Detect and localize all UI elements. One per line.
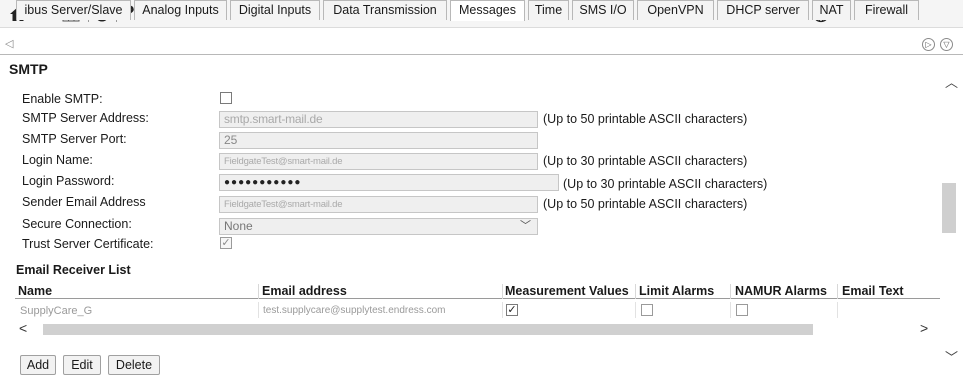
scroll-left-icon[interactable]: < <box>19 320 27 336</box>
column-header-email-address[interactable]: Email address <box>262 284 347 298</box>
tab-digital-inputs[interactable]: Digital Inputs <box>230 0 320 20</box>
login-password-label: Login Password: <box>22 174 115 188</box>
smtp-server-port-input[interactable]: 25 <box>219 132 538 149</box>
vertical-scrollbar[interactable]: ︿ ﹀ <box>940 62 963 377</box>
login-password-hint: (Up to 30 printable ASCII characters) <box>563 177 768 191</box>
column-header-limit-alarms[interactable]: Limit Alarms <box>639 284 714 298</box>
limit-alarms-checkbox[interactable] <box>641 304 653 316</box>
tab-nat[interactable]: NAT <box>812 0 851 20</box>
tab-data-transmission[interactable]: Data Transmission <box>323 0 447 20</box>
login-password-input[interactable]: ●●●●●●●●●●● <box>219 174 559 191</box>
chevron-down-icon: ﹀ <box>520 220 531 232</box>
enable-smtp-checkbox[interactable] <box>220 92 232 104</box>
receiver-name-cell: SupplyCare_G <box>20 305 93 317</box>
tab-dhcp-server[interactable]: DHCP server <box>717 0 809 20</box>
column-header-measurement-values[interactable]: Measurement Values <box>505 284 629 298</box>
enable-smtp-label: Enable SMTP: <box>22 92 103 106</box>
tab-time[interactable]: Time <box>528 0 569 20</box>
scroll-up-icon[interactable]: ︿ <box>945 72 958 91</box>
column-header-namur-alarms[interactable]: NAMUR Alarms <box>735 284 827 298</box>
delete-button[interactable]: Delete <box>108 355 160 375</box>
horizontal-scrollbar[interactable]: < > <box>15 320 935 337</box>
scroll-right-icon[interactable]: > <box>920 320 928 336</box>
login-name-label: Login Name: <box>22 153 93 167</box>
tab-modbus-server-slave[interactable]: ibus Server/Slave <box>16 0 131 20</box>
sender-email-hint: (Up to 50 printable ASCII characters) <box>543 197 748 211</box>
tab-scroll-right-icon[interactable]: ▷ <box>922 38 935 51</box>
vertical-scroll-thumb[interactable] <box>942 183 956 233</box>
smtp-server-address-hint: (Up to 50 printable ASCII characters) <box>543 112 748 126</box>
tab-openvpn[interactable]: OpenVPN <box>637 0 714 20</box>
login-name-hint: (Up to 30 printable ASCII characters) <box>543 154 748 168</box>
add-button[interactable]: Add <box>20 355 56 375</box>
receiver-table-header: Name Email address Measurement Values Li… <box>15 284 940 299</box>
secure-connection-select[interactable]: None ﹀ <box>219 218 538 235</box>
measurement-values-checkbox[interactable]: ✓ <box>506 304 518 316</box>
sender-email-label: Sender Email Address <box>22 195 146 209</box>
tab-analog-inputs[interactable]: Analog Inputs <box>134 0 227 20</box>
edit-button[interactable]: Edit <box>63 355 101 375</box>
login-name-input[interactable]: FieldgateTest@smart-mail.de <box>219 153 538 170</box>
tab-bar <box>0 35 963 55</box>
tab-messages[interactable]: Messages <box>450 0 525 21</box>
smtp-server-port-label: SMTP Server Port: <box>22 132 127 146</box>
trust-server-certificate-label: Trust Server Certificate: <box>22 237 154 251</box>
tab-menu-icon[interactable]: ▽ <box>940 38 953 51</box>
trust-server-certificate-checkbox[interactable]: ✓ <box>220 237 232 249</box>
tab-firewall[interactable]: Firewall <box>854 0 919 20</box>
smtp-server-address-label: SMTP Server Address: <box>22 111 149 125</box>
column-header-name[interactable]: Name <box>18 284 52 298</box>
secure-connection-label: Secure Connection: <box>22 217 132 231</box>
tab-sms-io[interactable]: SMS I/O <box>572 0 634 20</box>
email-receiver-list-title: Email Receiver List <box>16 263 131 277</box>
sender-email-input[interactable]: FieldgateTest@smart-mail.de <box>219 196 538 213</box>
scroll-down-icon[interactable]: ﹀ <box>945 347 958 366</box>
namur-alarms-checkbox[interactable] <box>736 304 748 316</box>
smtp-server-address-input[interactable]: smtp.smart-mail.de <box>219 111 538 128</box>
horizontal-scroll-thumb[interactable] <box>43 324 813 335</box>
receiver-email-cell: test.supplycare@supplytest.endress.com <box>263 305 446 316</box>
section-title: SMTP <box>9 61 48 77</box>
column-header-email-text[interactable]: Email Text <box>842 284 904 298</box>
